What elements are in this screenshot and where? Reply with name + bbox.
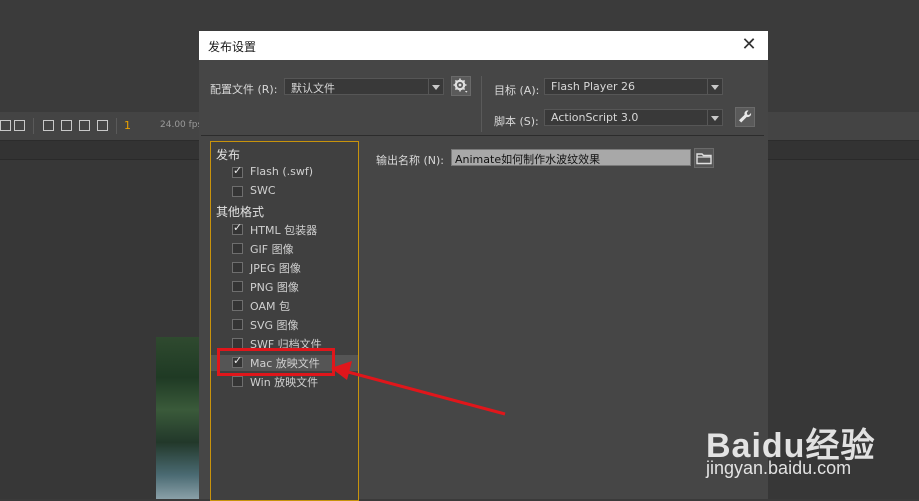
format-label: PNG 图像 [250, 281, 299, 294]
onion-skin-icon[interactable] [43, 120, 54, 131]
output-name-value: Animate如何制作水波纹效果 [455, 153, 601, 166]
baidu-watermark: Baidu经验 jingyan.baidu.com [706, 418, 906, 499]
script-value: ActionScript 3.0 [551, 111, 639, 124]
loop-icon[interactable] [14, 120, 25, 131]
header-divider [201, 135, 764, 136]
format-item-oam[interactable]: OAM 包 [232, 298, 357, 314]
edit-frames-icon[interactable] [79, 120, 90, 131]
toolbar-separator [33, 118, 34, 134]
close-icon[interactable]: ✕ [739, 35, 759, 55]
checkbox-icon[interactable] [232, 164, 243, 178]
gear-icon[interactable] [451, 76, 471, 96]
profile-label: 配置文件 (R): [210, 83, 278, 96]
script-dropdown[interactable]: ActionScript 3.0 [544, 109, 723, 126]
format-item-png[interactable]: PNG 图像 [232, 279, 357, 295]
dialog-titlebar[interactable]: 发布设置 ✕ [199, 31, 768, 60]
format-item-html[interactable]: HTML 包装器 [232, 221, 357, 238]
annotation-highlight-box [217, 348, 335, 376]
format-label: SWC [250, 184, 276, 197]
checkbox-icon[interactable] [232, 300, 243, 311]
current-frame: 1 [124, 119, 131, 132]
checkbox-icon[interactable] [232, 243, 243, 254]
format-item-gif[interactable]: GIF 图像 [232, 241, 357, 257]
publish-settings-dialog: 发布设置 ✕ 配置文件 (R): 默认文件 目标 (A): Flash Play… [199, 31, 768, 501]
checkbox-icon[interactable] [232, 262, 243, 273]
watermark-url: jingyan.baidu.com [706, 458, 852, 478]
format-label: OAM 包 [250, 300, 290, 313]
other-formats-section-title: 其他格式 [216, 205, 265, 219]
format-label: GIF 图像 [250, 243, 294, 256]
format-label: Win 放映文件 [250, 376, 319, 389]
script-label: 脚本 (S): [494, 115, 539, 128]
profile-dropdown[interactable]: 默认文件 [284, 78, 444, 95]
format-item-win-projector[interactable]: Win 放映文件 [232, 374, 357, 390]
format-item-svg[interactable]: SVG 图像 [232, 317, 357, 333]
format-label: Flash (.swf) [250, 165, 314, 178]
format-item-swc[interactable]: SWC [232, 184, 357, 200]
checkbox-icon[interactable] [232, 186, 243, 197]
toolbar-separator [116, 118, 117, 134]
dropdown-arrow-icon [707, 79, 722, 94]
dropdown-arrow-icon [428, 79, 443, 94]
output-name-label: 输出名称 (N): [376, 154, 445, 167]
fps-readout: 24.00 fps [160, 120, 203, 130]
onion-outline-icon[interactable] [61, 120, 72, 131]
stage-image [156, 337, 202, 499]
markers-icon[interactable] [97, 120, 108, 131]
publish-section-title: 发布 [216, 148, 241, 162]
header-separator [481, 76, 482, 132]
checkbox-icon[interactable] [232, 319, 243, 330]
format-list-panel: 发布 Flash (.swf) SWC 其他格式 HTML 包装器 GIF 图像… [210, 141, 359, 501]
profile-value: 默认文件 [291, 82, 335, 95]
target-label: 目标 (A): [494, 84, 540, 97]
checkbox-icon[interactable] [232, 221, 243, 235]
target-value: Flash Player 26 [551, 80, 636, 93]
wrench-icon[interactable] [735, 107, 755, 127]
format-label: HTML 包装器 [250, 224, 318, 237]
checkbox-icon[interactable] [232, 376, 243, 387]
toolbar-icon[interactable] [0, 120, 11, 131]
format-item-jpeg[interactable]: JPEG 图像 [232, 260, 357, 276]
dialog-title: 发布设置 [208, 40, 257, 54]
format-label: SVG 图像 [250, 319, 299, 332]
folder-icon[interactable] [694, 148, 714, 168]
format-label: JPEG 图像 [250, 262, 301, 275]
target-dropdown[interactable]: Flash Player 26 [544, 78, 723, 95]
dropdown-arrow-icon [707, 110, 722, 125]
format-item-flash[interactable]: Flash (.swf) [232, 164, 357, 181]
checkbox-icon[interactable] [232, 281, 243, 292]
output-name-input[interactable]: Animate如何制作水波纹效果 [451, 149, 691, 166]
